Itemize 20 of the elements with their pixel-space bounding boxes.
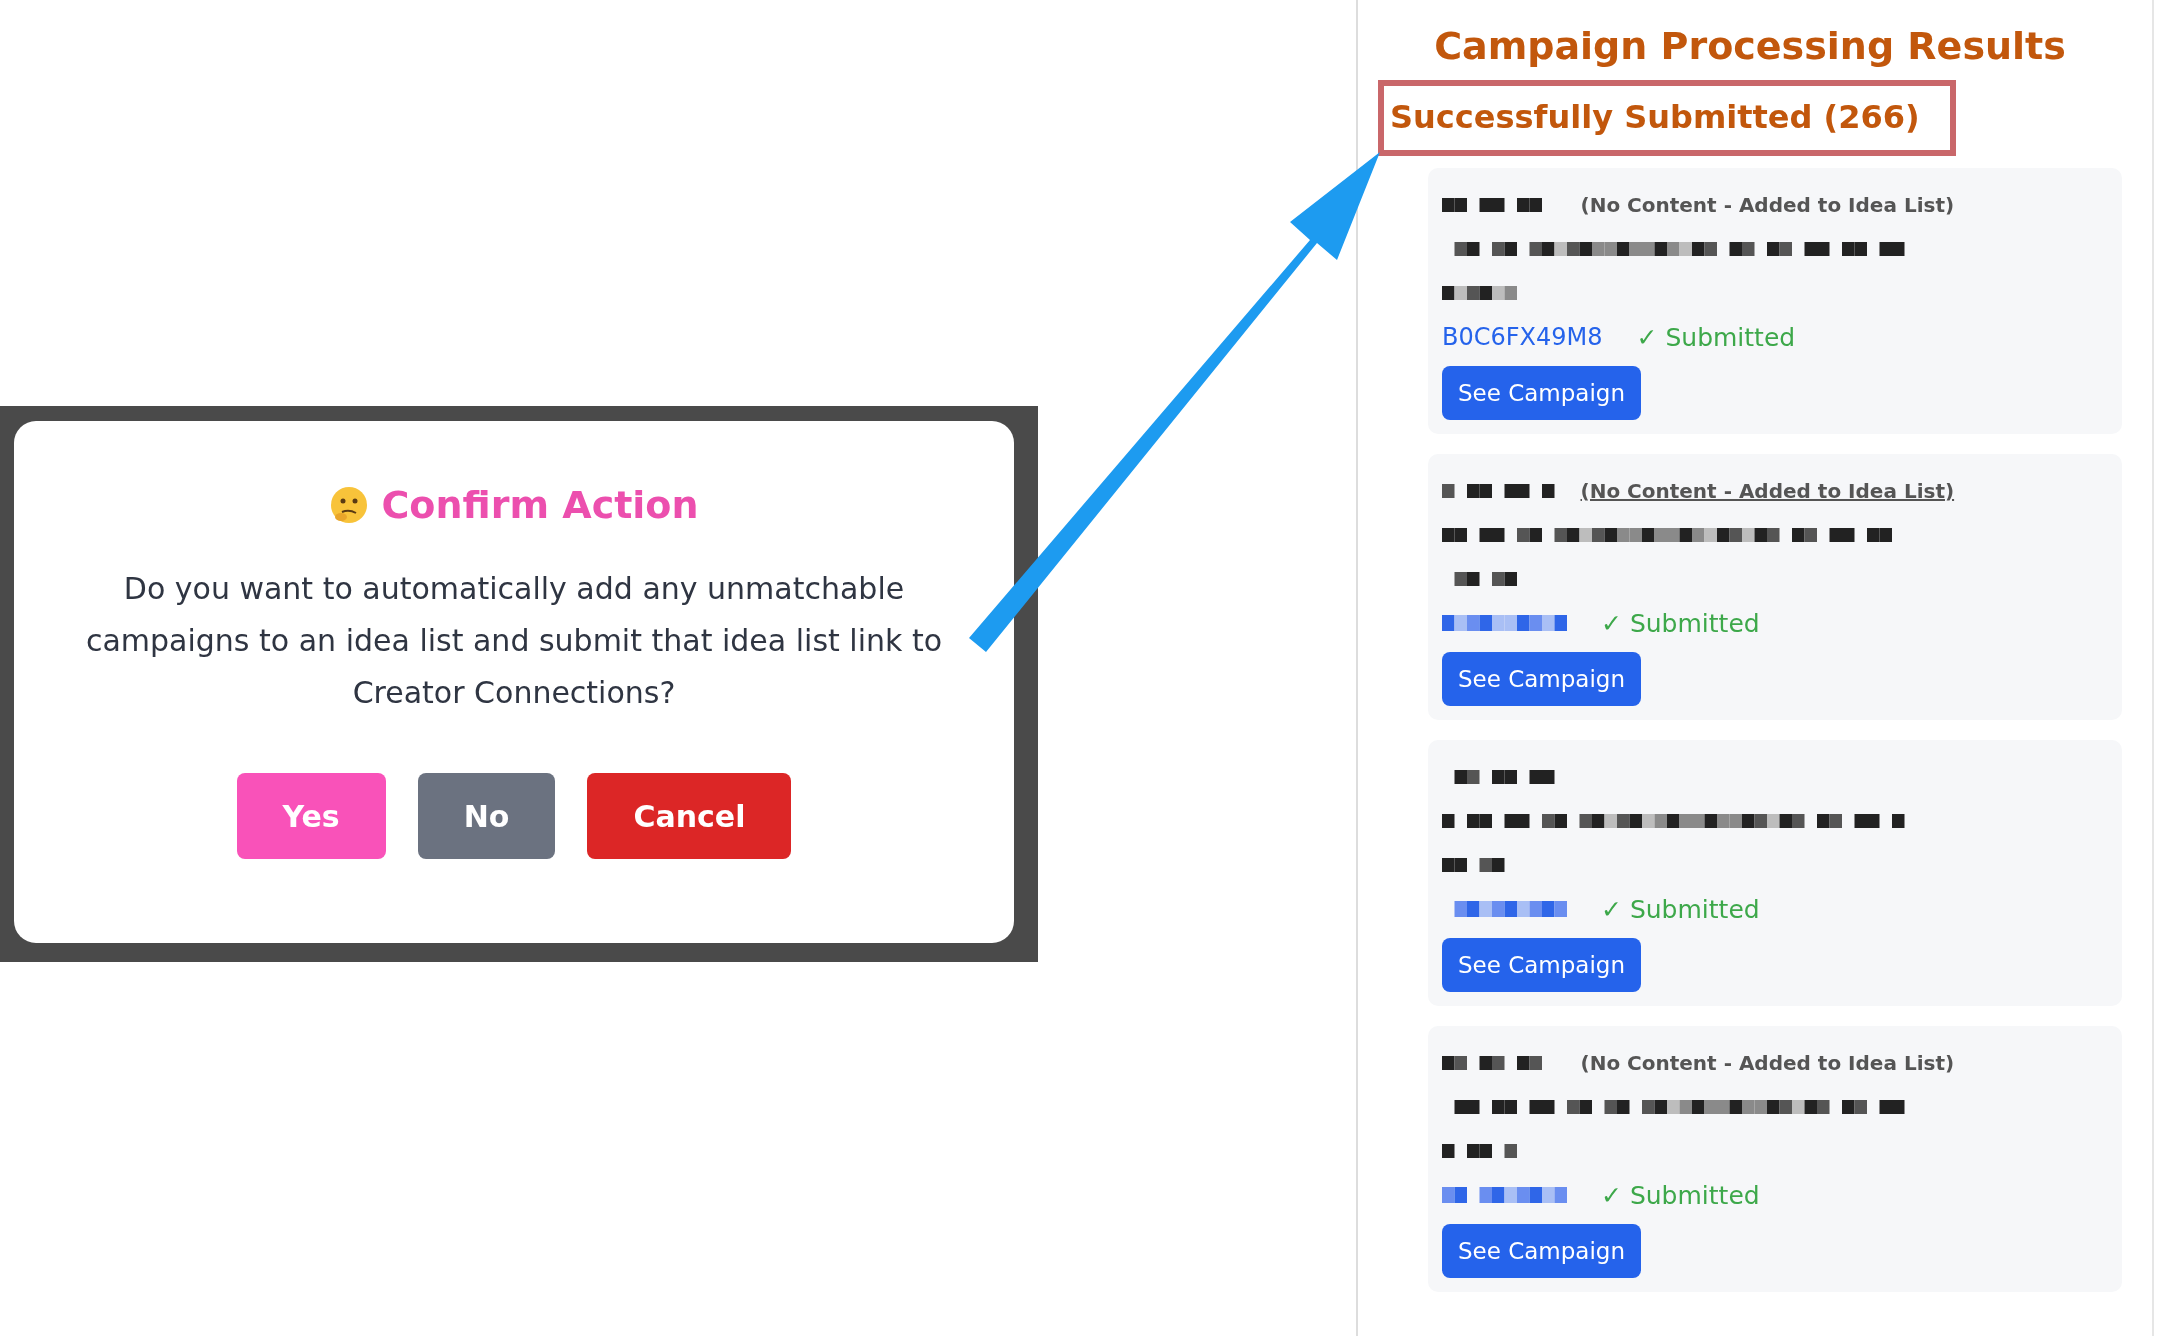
note-text: (No Content - Added to Idea List) <box>1580 479 1955 503</box>
see-campaign-button[interactable]: See Campaign <box>1442 366 1642 420</box>
section-heading: Successfully Submitted (266) <box>1378 80 1956 156</box>
dialog-message: Do you want to automatically add any unmatchable campaigns to an idea list and submit that idea list link to Creator Connections? <box>84 570 944 712</box>
decline-button[interactable]: No <box>417 773 556 859</box>
thinking-face-icon <box>329 485 370 525</box>
confirm-button[interactable]: Yes <box>236 773 386 859</box>
note-text: (No Content - Added to Idea List) <box>1580 1051 1955 1075</box>
submitted-status: ✓ Submitted <box>1601 1180 1760 1210</box>
note-text: (No Content - Added to Idea List) <box>1580 193 1955 217</box>
results-title: Campaign Processing Results <box>1433 24 2067 68</box>
dialog-title: Confirm Action <box>381 483 699 527</box>
see-campaign-button[interactable]: See Campaign <box>1442 652 1642 706</box>
submitted-status: ✓ Submitted <box>1636 322 1796 352</box>
see-campaign-button[interactable]: See Campaign <box>1442 938 1642 992</box>
asin-link[interactable]: B0C6FX49M8 <box>1442 323 1603 351</box>
submitted-status: ✓ Submitted <box>1601 608 1760 638</box>
cancel-button[interactable]: Cancel <box>587 773 792 859</box>
submitted-status: ✓ Submitted <box>1601 894 1760 924</box>
see-campaign-button[interactable]: See Campaign <box>1442 1224 1642 1278</box>
